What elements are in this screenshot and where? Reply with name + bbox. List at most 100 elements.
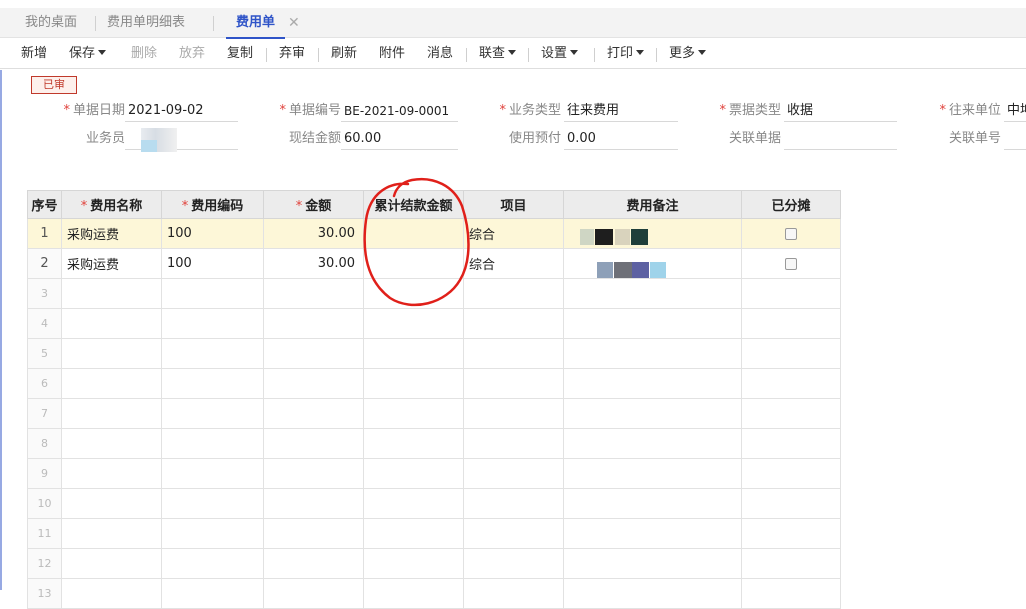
empty-cell[interactable] xyxy=(161,368,264,399)
empty-cell[interactable] xyxy=(161,578,264,609)
table-row-empty[interactable]: 4 xyxy=(27,308,841,339)
cell-settled-amount[interactable] xyxy=(363,248,464,279)
empty-cell[interactable] xyxy=(563,428,742,459)
cell-project[interactable]: 综合 xyxy=(463,248,564,279)
empty-cell[interactable] xyxy=(563,278,742,309)
empty-cell[interactable] xyxy=(161,548,264,579)
empty-cell[interactable] xyxy=(61,308,162,339)
empty-cell[interactable] xyxy=(263,278,364,309)
empty-cell[interactable] xyxy=(741,278,841,309)
empty-cell[interactable] xyxy=(463,368,564,399)
doc-no-field[interactable]: BE-2021-09-0001 xyxy=(341,100,458,122)
tab-expense-detail-report[interactable]: 费用单明细表 xyxy=(107,8,185,38)
empty-cell[interactable] xyxy=(463,338,564,369)
empty-cell[interactable] xyxy=(463,398,564,429)
cell-settled-amount[interactable] xyxy=(363,218,464,249)
empty-cell[interactable] xyxy=(741,398,841,429)
empty-cell[interactable] xyxy=(363,518,464,549)
empty-cell[interactable] xyxy=(161,428,264,459)
cell-project[interactable]: 综合 xyxy=(463,218,564,249)
empty-cell[interactable] xyxy=(363,368,464,399)
table-row-empty[interactable]: 8 xyxy=(27,428,841,459)
empty-cell[interactable] xyxy=(61,458,162,489)
partner-field[interactable]: 中坤 xyxy=(1004,100,1026,122)
cell-expense-code[interactable]: 100 xyxy=(161,248,264,279)
empty-cell[interactable] xyxy=(741,488,841,519)
empty-cell[interactable] xyxy=(463,488,564,519)
doc-date-field[interactable]: 2021-09-02 xyxy=(125,100,238,122)
empty-cell[interactable] xyxy=(463,458,564,489)
empty-cell[interactable] xyxy=(463,428,564,459)
empty-cell[interactable] xyxy=(741,338,841,369)
empty-cell[interactable] xyxy=(563,518,742,549)
tab-expense-bill[interactable]: 费用单 xyxy=(225,8,286,39)
empty-cell[interactable] xyxy=(61,368,162,399)
empty-cell[interactable] xyxy=(363,278,464,309)
col-header-project[interactable]: 项目 xyxy=(463,190,564,219)
empty-cell[interactable] xyxy=(563,338,742,369)
empty-cell[interactable] xyxy=(61,338,162,369)
empty-cell[interactable] xyxy=(161,458,264,489)
new-button[interactable]: 新增 xyxy=(21,39,47,69)
empty-cell[interactable] xyxy=(161,278,264,309)
cash-amount-field[interactable]: 60.00 xyxy=(341,128,458,150)
col-header-seq[interactable]: 序号 xyxy=(27,190,62,219)
related-doc-field[interactable] xyxy=(784,128,897,150)
table-row-empty[interactable]: 9 xyxy=(27,458,841,489)
empty-cell[interactable] xyxy=(741,308,841,339)
empty-cell[interactable] xyxy=(741,428,841,459)
empty-cell[interactable] xyxy=(463,518,564,549)
empty-cell[interactable] xyxy=(61,548,162,579)
empty-cell[interactable] xyxy=(61,518,162,549)
empty-cell[interactable] xyxy=(263,338,364,369)
table-row-empty[interactable]: 13 xyxy=(27,578,841,609)
empty-cell[interactable] xyxy=(563,488,742,519)
save-button[interactable]: 保存 xyxy=(69,39,107,69)
table-row[interactable]: 1 采购运费 100 30.00 综合 xyxy=(27,218,841,249)
empty-cell[interactable] xyxy=(363,488,464,519)
related-no-field[interactable] xyxy=(1004,128,1026,150)
col-header-allocated[interactable]: 已分摊 xyxy=(741,190,841,219)
message-button[interactable]: 消息 xyxy=(427,39,453,69)
allocated-checkbox[interactable] xyxy=(785,257,797,270)
empty-cell[interactable] xyxy=(741,578,841,609)
col-header-expense-code[interactable]: * 费用编码 xyxy=(161,190,264,219)
empty-cell[interactable] xyxy=(463,278,564,309)
table-row-empty[interactable]: 7 xyxy=(27,398,841,429)
empty-cell[interactable] xyxy=(161,488,264,519)
discard-button[interactable]: 放弃 xyxy=(179,39,205,69)
link-query-button[interactable]: 联查 xyxy=(479,39,517,69)
table-row-empty[interactable]: 10 xyxy=(27,488,841,519)
cell-expense-name[interactable]: 采购运费 xyxy=(61,218,162,249)
empty-cell[interactable] xyxy=(263,518,364,549)
table-row-empty[interactable]: 12 xyxy=(27,548,841,579)
empty-cell[interactable] xyxy=(161,338,264,369)
invoice-type-field[interactable]: 收据 xyxy=(784,100,897,122)
empty-cell[interactable] xyxy=(563,308,742,339)
allocated-checkbox[interactable] xyxy=(785,227,797,240)
empty-cell[interactable] xyxy=(741,368,841,399)
empty-cell[interactable] xyxy=(61,428,162,459)
empty-cell[interactable] xyxy=(563,368,742,399)
unaudit-button[interactable]: 弃审 xyxy=(279,39,305,69)
more-button[interactable]: 更多 xyxy=(669,39,707,69)
attachment-button[interactable]: 附件 xyxy=(379,39,405,69)
empty-cell[interactable] xyxy=(741,518,841,549)
close-icon[interactable]: ✕ xyxy=(288,8,300,38)
settings-button[interactable]: 设置 xyxy=(541,39,579,69)
empty-cell[interactable] xyxy=(363,428,464,459)
empty-cell[interactable] xyxy=(741,548,841,579)
empty-cell[interactable] xyxy=(563,398,742,429)
print-button[interactable]: 打印 xyxy=(607,39,645,69)
col-header-expense-name[interactable]: * 费用名称 xyxy=(61,190,162,219)
cell-amount[interactable]: 30.00 xyxy=(263,248,364,279)
refresh-button[interactable]: 刷新 xyxy=(331,39,357,69)
tab-my-desktop[interactable]: 我的桌面 xyxy=(25,8,77,38)
empty-cell[interactable] xyxy=(563,548,742,579)
empty-cell[interactable] xyxy=(61,488,162,519)
col-header-remark[interactable]: 费用备注 xyxy=(563,190,742,219)
empty-cell[interactable] xyxy=(161,518,264,549)
empty-cell[interactable] xyxy=(263,368,364,399)
empty-cell[interactable] xyxy=(741,458,841,489)
empty-cell[interactable] xyxy=(363,338,464,369)
